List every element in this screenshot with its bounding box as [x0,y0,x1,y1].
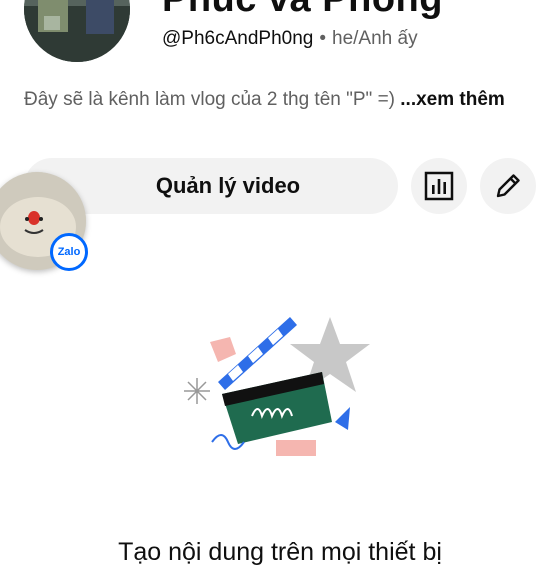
bar-chart-icon [424,171,454,201]
pencil-icon [496,174,520,198]
zalo-badge: Zalo [50,233,88,271]
edit-channel-button[interactable] [480,158,536,214]
zalo-label: Zalo [57,246,81,258]
meta-separator: • [319,28,326,49]
channel-name: Phúc và Phong [162,0,443,21]
channel-pronouns: he/Anh ấy [332,28,418,49]
channel-description[interactable]: Đây sẽ là kênh làm vlog của 2 thg tên "P… [24,86,524,113]
analytics-button[interactable] [411,158,467,214]
see-more-link[interactable]: ...xem thêm [400,89,505,110]
channel-avatar[interactable] [24,0,130,62]
manage-videos-label: Quản lý video [155,173,301,198]
empty-state-title: Tạo nội dung trên mọi thiết bị [118,538,442,566]
channel-handle: @Ph6cAndPh0ng [162,28,314,49]
description-text: Đây sẽ là kênh làm vlog của 2 thg tên "P… [24,89,395,110]
channel-meta: @Ph6cAndPh0ng • he/Anh ấy [162,28,418,50]
clapperboard-illustration [184,317,370,456]
